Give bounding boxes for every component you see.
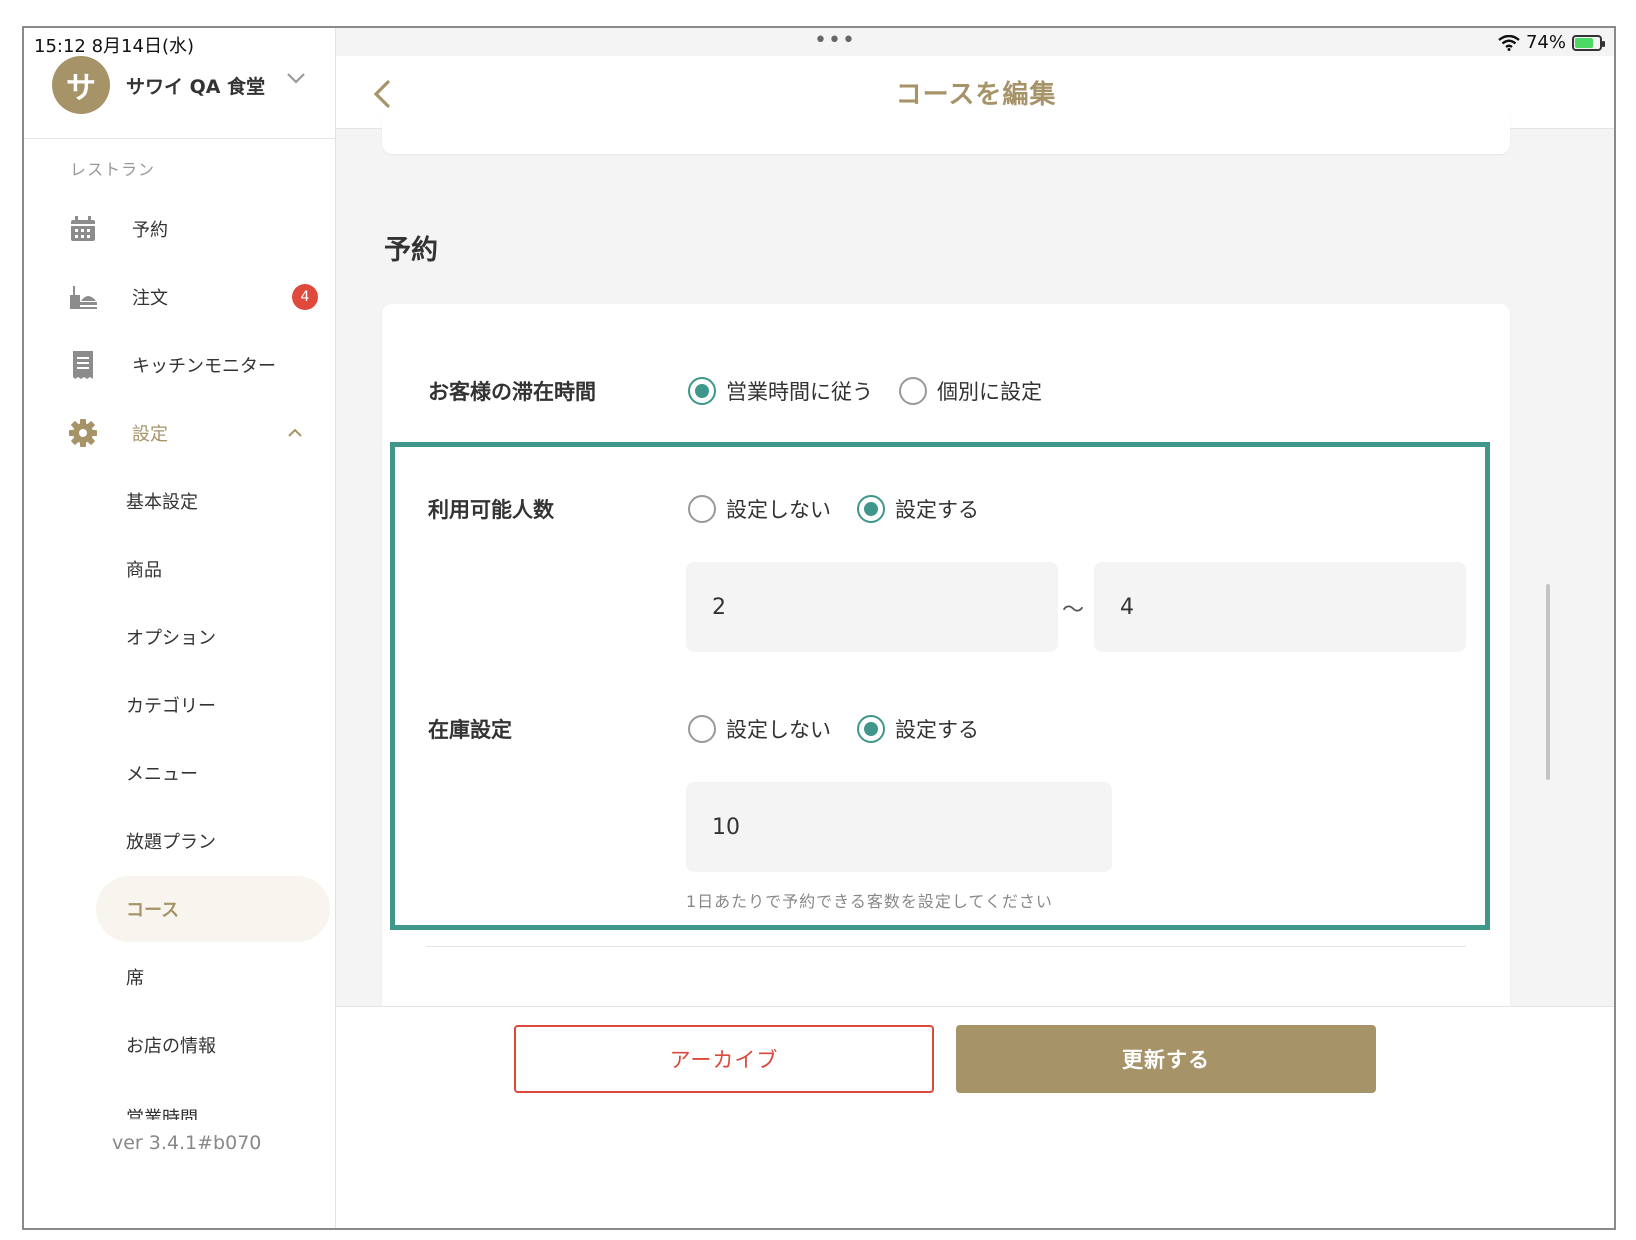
orders-count-badge: 4 bbox=[292, 284, 318, 310]
sidebar-subitem-label: 放題プラン bbox=[126, 832, 216, 853]
sidebar-subitem-products[interactable]: 商品 bbox=[96, 536, 330, 602]
store-switcher[interactable]: サ サワイ QA 食堂 bbox=[24, 56, 336, 139]
sidebar-subitem-label: コース bbox=[126, 900, 180, 921]
sidebar-subitem-store-info[interactable]: お店の情報 bbox=[96, 1012, 330, 1078]
range-separator: 〜 bbox=[1062, 598, 1085, 623]
radio-individual-setting[interactable]: 個別に設定 bbox=[899, 376, 1042, 406]
store-avatar: サ bbox=[52, 56, 110, 114]
stock-setting-label: 在庫設定 bbox=[428, 718, 512, 742]
sidebar-subitem-seats[interactable]: 席 bbox=[96, 944, 330, 1010]
archive-button[interactable]: アーカイブ bbox=[514, 1025, 934, 1093]
radio-people-set[interactable]: 設定する bbox=[857, 494, 979, 524]
section-title-reservation: 予約 bbox=[384, 235, 438, 266]
sidebar-subitem-course[interactable]: コース bbox=[96, 876, 330, 942]
scrollbar[interactable] bbox=[1546, 584, 1550, 780]
sidebar-subitem-label: お店の情報 bbox=[126, 1036, 216, 1057]
sidebar-subitem-categories[interactable]: カテゴリー bbox=[96, 672, 330, 738]
previous-section-card bbox=[382, 114, 1510, 154]
available-people-label: 利用可能人数 bbox=[428, 498, 554, 522]
page-title: コースを編集 bbox=[895, 80, 1057, 110]
radio-checked-icon bbox=[688, 377, 716, 405]
status-indicators: 74% bbox=[1498, 32, 1605, 53]
sidebar-subitem-business-hours[interactable]: 営業時間 bbox=[96, 1080, 330, 1120]
radio-stock-not-set[interactable]: 設定しない bbox=[688, 714, 831, 744]
stock-hint-text: 1日あたりで予約できる客数を設定してください bbox=[686, 892, 1053, 911]
sidebar-item-reservations[interactable]: 予約 bbox=[24, 204, 336, 254]
radio-unchecked-icon bbox=[899, 377, 927, 405]
battery-percent: 74% bbox=[1525, 32, 1566, 53]
sidebar-item-label: キッチンモニター bbox=[132, 356, 276, 377]
stock-quantity-input[interactable]: 10 bbox=[686, 782, 1112, 872]
sidebar-item-label: 注文 bbox=[132, 288, 168, 309]
sidebar: サ サワイ QA 食堂 レストラン 予約 注文 4 キッチンモニター 設定 基本… bbox=[24, 28, 336, 1228]
sidebar-subitem-label: 基本設定 bbox=[126, 492, 198, 513]
sidebar-item-kitchen-monitor[interactable]: キッチンモニター bbox=[24, 340, 336, 390]
sidebar-item-orders[interactable]: 注文 4 bbox=[24, 272, 336, 322]
chevron-up-icon[interactable] bbox=[286, 424, 304, 442]
sidebar-item-settings[interactable]: 設定 bbox=[24, 408, 336, 458]
sidebar-subitem-label: カテゴリー bbox=[126, 696, 216, 717]
device-frame: サ サワイ QA 食堂 レストラン 予約 注文 4 キッチンモニター 設定 基本… bbox=[22, 26, 1616, 1230]
stay-time-label: お客様の滞在時間 bbox=[428, 380, 596, 404]
sidebar-item-label: 予約 bbox=[132, 220, 168, 241]
section-divider bbox=[426, 946, 1466, 947]
battery-icon bbox=[1572, 34, 1605, 51]
sidebar-subitem-basic-settings[interactable]: 基本設定 bbox=[96, 468, 330, 534]
store-name: サワイ QA 食堂 bbox=[126, 76, 266, 98]
sidebar-subitem-label: オプション bbox=[126, 628, 216, 649]
action-bar: アーカイブ 更新する bbox=[336, 1006, 1614, 1228]
sidebar-subitem-options[interactable]: オプション bbox=[96, 604, 330, 670]
radio-people-not-set[interactable]: 設定しない bbox=[688, 494, 831, 524]
sidebar-item-label: 設定 bbox=[132, 424, 168, 445]
radio-checked-icon bbox=[857, 495, 885, 523]
gear-icon bbox=[68, 418, 98, 448]
food-tray-icon bbox=[68, 282, 98, 312]
chevron-down-icon[interactable] bbox=[284, 66, 308, 90]
wifi-icon bbox=[1498, 34, 1520, 51]
status-time: 15:12 8月14日(水) bbox=[34, 36, 194, 57]
stay-time-radio-group: 営業時間に従う 個別に設定 bbox=[688, 376, 1068, 406]
sidebar-subitem-label: 商品 bbox=[126, 560, 162, 581]
radio-follow-business-hours[interactable]: 営業時間に従う bbox=[688, 376, 873, 406]
app-version: ver 3.4.1#b070 bbox=[112, 1132, 262, 1154]
sidebar-subitem-label: メニュー bbox=[126, 764, 198, 785]
radio-unchecked-icon bbox=[688, 495, 716, 523]
radio-unchecked-icon bbox=[688, 715, 716, 743]
stock-radio-group: 設定しない 設定する bbox=[688, 714, 1005, 744]
sidebar-subitem-all-you-can-plan[interactable]: 放題プラン bbox=[96, 808, 330, 874]
available-people-radio-group: 設定しない 設定する bbox=[688, 494, 1005, 524]
radio-checked-icon bbox=[857, 715, 885, 743]
radio-stock-set[interactable]: 設定する bbox=[857, 714, 979, 744]
people-max-input[interactable]: 4 bbox=[1094, 562, 1466, 652]
multitask-dots[interactable]: ••• bbox=[814, 28, 856, 53]
people-min-input[interactable]: 2 bbox=[686, 562, 1058, 652]
receipt-icon bbox=[68, 350, 98, 380]
sidebar-section-label: レストラン bbox=[70, 160, 156, 179]
sidebar-subitem-label: 営業時間 bbox=[126, 1108, 198, 1120]
update-button[interactable]: 更新する bbox=[956, 1025, 1376, 1093]
sidebar-subitem-label: 席 bbox=[126, 968, 144, 989]
sidebar-subitem-menu[interactable]: メニュー bbox=[96, 740, 330, 806]
calendar-icon bbox=[68, 214, 98, 244]
